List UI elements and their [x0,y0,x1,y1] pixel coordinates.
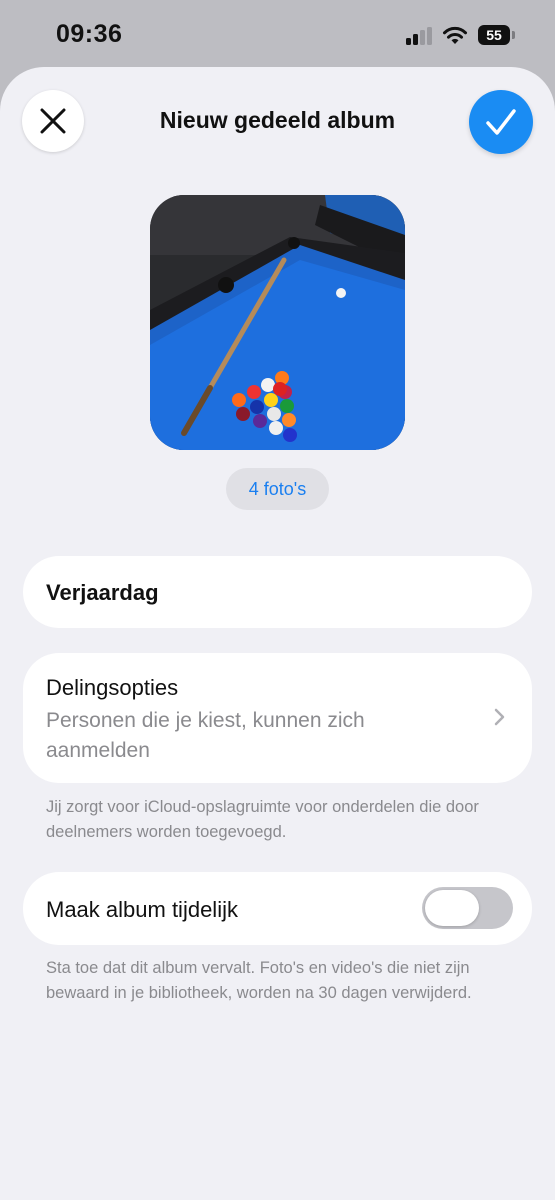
sharing-footnote: Jij zorgt voor iCloud-opslagruimte voor … [46,798,479,841]
album-cover-photo[interactable] [150,195,405,450]
temporary-album-toggle[interactable] [422,887,513,929]
toggle-knob [425,890,479,926]
status-bar: 09:36 55 [0,0,555,70]
chevron-right-icon [494,708,505,726]
photo-count-button[interactable]: 4 foto's [226,468,329,510]
wifi-icon [443,26,467,44]
sharing-options-row[interactable]: Delingsopties Personen die je kiest, kun… [23,653,532,783]
sharing-options-subtitle: Personen die je kiest, kunnen zich aanme… [46,709,365,762]
done-button[interactable] [469,90,533,154]
temporary-album-row: Maak album tijdelijk [23,872,532,945]
temporary-footnote: Sta toe dat dit album vervalt. Foto's en… [46,959,472,1002]
sharing-options-title: Delingsopties [46,675,179,700]
cellular-signal-icon [406,27,434,45]
checkmark-icon [486,109,516,135]
new-shared-album-sheet: Nieuw gedeeld album 4 foto's Verjaardag … [0,67,555,1200]
battery-tip [512,31,515,39]
pool-table-photo [150,195,405,450]
temporary-album-label: Maak album tijdelijk [46,897,238,922]
album-name-field[interactable]: Verjaardag [23,556,532,628]
battery-icon: 55 [478,25,510,45]
status-time: 09:36 [56,20,123,48]
album-name-value: Verjaardag [46,580,159,605]
